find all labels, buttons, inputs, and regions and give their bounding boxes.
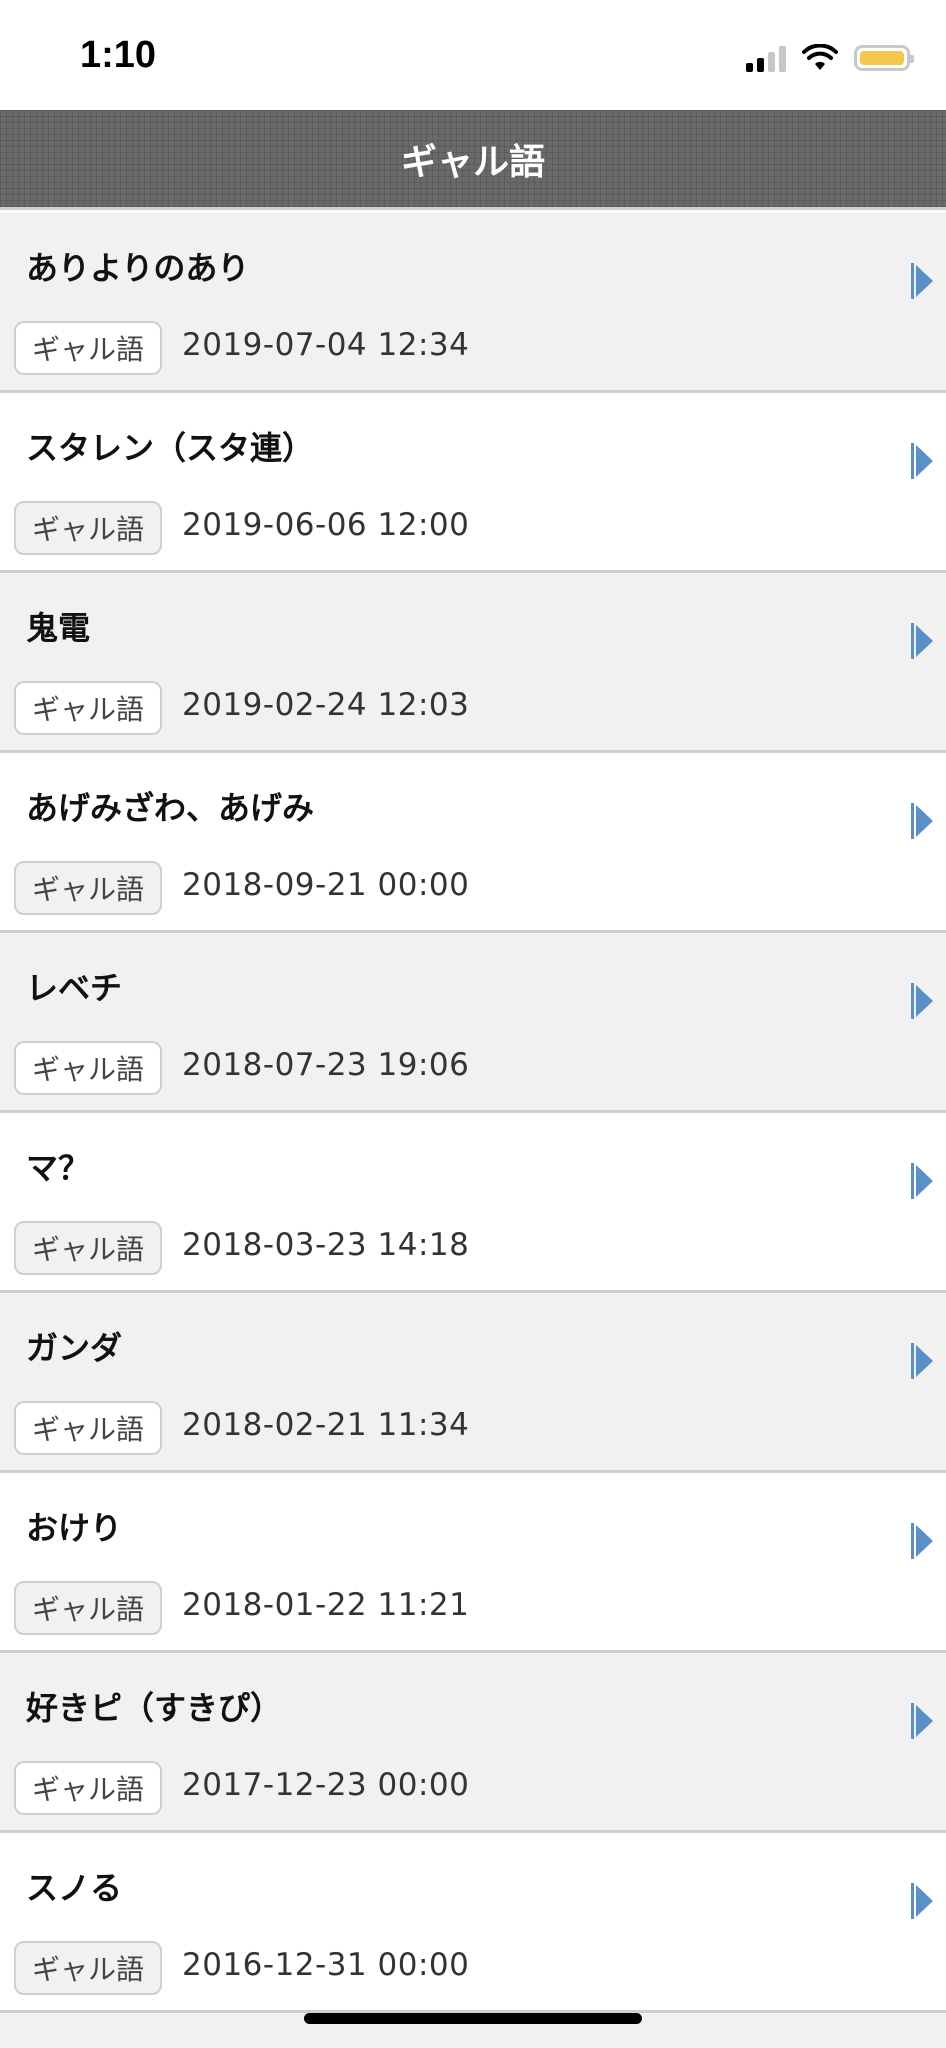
post-date: 2018-07-23 19:06	[182, 1047, 470, 1083]
chevron-right-icon[interactable]	[910, 1883, 934, 1919]
list-item[interactable]: 好きピ（すきぴ） ギャル語 2017-12-23 00:00	[0, 1653, 946, 1833]
category-tag[interactable]: ギャル語	[14, 501, 162, 555]
list-item[interactable]: おけりギャル語 2018-01-22 11:21	[0, 1473, 946, 1653]
post-date: 2017-12-23 00:00	[182, 1767, 470, 1803]
list-item[interactable]: レベチギャル語 2018-07-23 19:06	[0, 933, 946, 1113]
category-tag[interactable]: ギャル語	[14, 861, 162, 915]
category-tag[interactable]: ギャル語	[14, 1221, 162, 1275]
chevron-right-icon[interactable]	[910, 1163, 934, 1199]
list-item[interactable]: マ？ ギャル語 2018-03-23 14:18	[0, 1113, 946, 1293]
chevron-right-icon[interactable]	[910, 443, 934, 479]
list-item[interactable]: スノるギャル語 2016-12-31 00:00	[0, 1833, 946, 2013]
wifi-icon	[802, 44, 838, 70]
term-title: スノる	[26, 1869, 123, 1907]
status-bar: 1:10	[0, 0, 946, 110]
category-tag[interactable]: ギャル語	[14, 1581, 162, 1635]
list-item[interactable]: ありよりのありギャル語 2019-07-04 12:34	[0, 213, 946, 393]
post-date: 2016-12-31 00:00	[182, 1947, 470, 1983]
category-tag[interactable]: ギャル語	[14, 1041, 162, 1095]
term-title: ガンダ	[26, 1329, 123, 1367]
term-title: スタレン（スタ連）	[26, 429, 315, 467]
post-date: 2018-09-21 00:00	[182, 867, 470, 903]
category-tag[interactable]: ギャル語	[14, 681, 162, 735]
post-date: 2019-06-06 12:00	[182, 507, 470, 543]
post-date: 2018-03-23 14:18	[182, 1227, 470, 1263]
term-title: 好きピ（すきぴ）	[26, 1689, 283, 1727]
term-title: レベチ	[26, 969, 123, 1007]
navbar: ギャル語	[0, 110, 946, 210]
list-item[interactable]: 鬼電ギャル語 2019-02-24 12:03	[0, 573, 946, 753]
term-title: ありよりのあり	[26, 249, 250, 287]
category-tag[interactable]: ギャル語	[14, 1401, 162, 1455]
list-item[interactable]: ガンダギャル語 2018-02-21 11:34	[0, 1293, 946, 1473]
post-date: 2019-02-24 12:03	[182, 687, 470, 723]
list-item[interactable]: スタレン（スタ連） ギャル語 2019-06-06 12:00	[0, 393, 946, 573]
page-title: ギャル語	[400, 141, 545, 183]
cellular-signal-icon	[746, 44, 786, 72]
battery-icon	[854, 45, 914, 71]
category-tag[interactable]: ギャル語	[14, 1761, 162, 1815]
category-tag[interactable]: ギャル語	[14, 1941, 162, 1995]
chevron-right-icon[interactable]	[910, 623, 934, 659]
term-title: あげみざわ、あげみ	[26, 789, 315, 827]
category-tag[interactable]: ギャル語	[14, 321, 162, 375]
chevron-right-icon[interactable]	[910, 263, 934, 299]
status-time: 1:10	[80, 34, 157, 76]
status-icons	[746, 40, 914, 76]
term-list: ありよりのありギャル語 2019-07-04 12:34 スタレン（スタ連） ギャル語…	[0, 213, 946, 2013]
chevron-right-icon[interactable]	[910, 983, 934, 1019]
term-title: 鬼電	[26, 609, 91, 647]
post-date: 2018-01-22 11:21	[182, 1587, 470, 1623]
home-indicator[interactable]	[304, 2013, 642, 2024]
list-item[interactable]: あげみざわ、あげみギャル語 2018-09-21 00:00	[0, 753, 946, 933]
post-date: 2019-07-04 12:34	[182, 327, 470, 363]
term-title: おけり	[26, 1509, 123, 1547]
chevron-right-icon[interactable]	[910, 1343, 934, 1379]
chevron-right-icon[interactable]	[910, 803, 934, 839]
chevron-right-icon[interactable]	[910, 1703, 934, 1739]
post-date: 2018-02-21 11:34	[182, 1407, 470, 1443]
term-title: マ？	[26, 1149, 91, 1187]
chevron-right-icon[interactable]	[910, 1523, 934, 1559]
